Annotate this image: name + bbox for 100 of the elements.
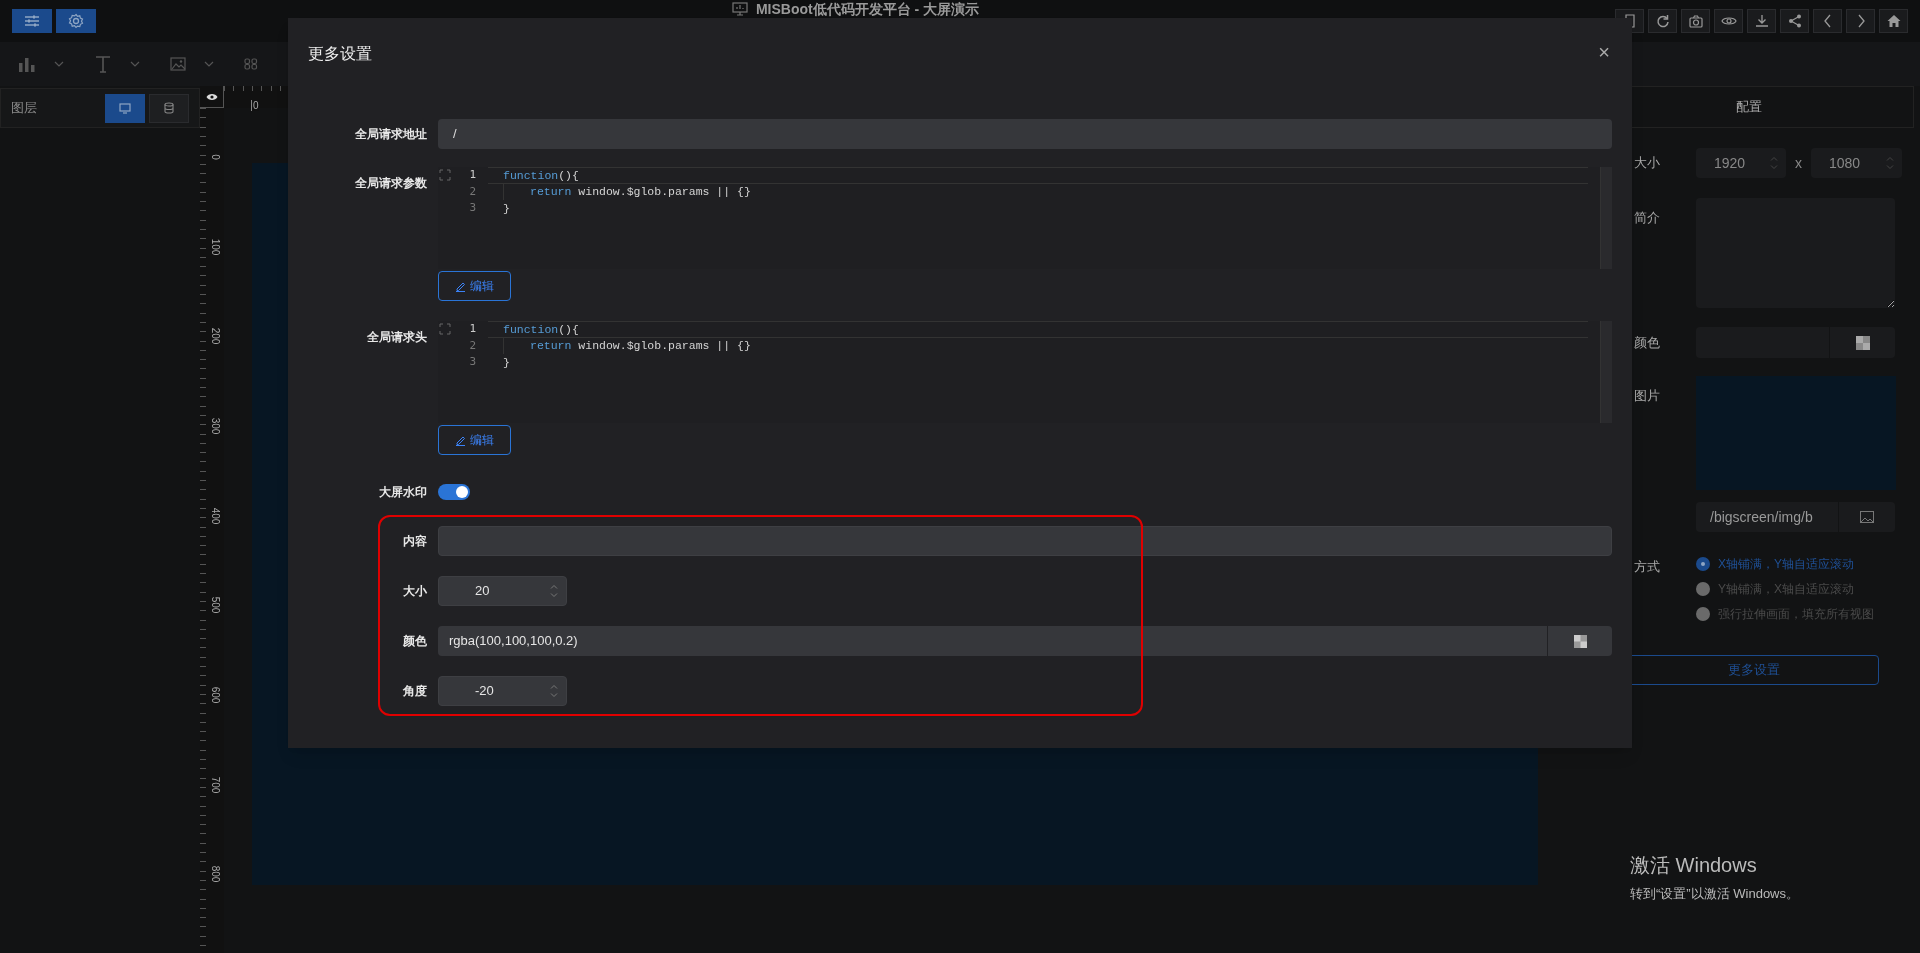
number-field[interactable]: 1080: [1811, 148, 1902, 178]
home-button[interactable]: [1879, 9, 1908, 33]
expand-icon[interactable]: [439, 169, 451, 181]
eye-icon[interactable]: [205, 92, 218, 101]
settings-button[interactable]: [12, 9, 52, 33]
color-picker-button[interactable]: [1829, 327, 1895, 358]
line-number: 3: [468, 354, 476, 370]
ruler-label: 700: [209, 776, 222, 794]
download-button[interactable]: [1747, 9, 1776, 33]
image-picker-button[interactable]: [1838, 502, 1895, 532]
ruler-label: 200: [209, 328, 222, 345]
ruler-label: 600: [209, 686, 222, 704]
ruler-label: 500: [209, 597, 222, 614]
color-field[interactable]: rgba(100,100,100,0.2): [438, 626, 1547, 656]
camera-icon: [1687, 13, 1704, 29]
caret-icon[interactable]: [204, 61, 214, 67]
color-picker-button[interactable]: [1547, 626, 1612, 656]
field-label: 颜色: [1634, 333, 1660, 352]
number-field[interactable]: 1920: [1696, 148, 1786, 178]
ruler-label: 0: [251, 100, 259, 111]
chevron-left-button[interactable]: [1813, 9, 1842, 33]
separator-text: x: [1795, 153, 1802, 173]
close-button[interactable]: ×: [1598, 42, 1610, 62]
field-label: 简介: [1634, 209, 1660, 227]
chevron-right-button[interactable]: [1846, 9, 1875, 33]
app-title: MISBoot低代码开发平台 - 大屏演示: [755, 1, 980, 17]
field-label: 方式: [1634, 558, 1660, 576]
field-label: 全局请求参数: [355, 175, 427, 192]
dialog-title: 更多设置: [308, 44, 372, 64]
field-label: 颜色: [403, 633, 427, 650]
image-icon: [1860, 511, 1874, 523]
home-icon: [1885, 13, 1902, 29]
view-tab[interactable]: [105, 93, 145, 123]
code-text: function(){: [503, 321, 579, 338]
line-number: 3: [468, 200, 476, 216]
image-icon[interactable]: [170, 57, 186, 71]
code-text: return window.$glob.params || {}: [503, 337, 751, 355]
refresh-icon: [1654, 13, 1671, 29]
field-label: 内容: [403, 533, 427, 550]
radio-button[interactable]: [1696, 607, 1710, 621]
code-editor[interactable]: 1 function(){ 2 return window.$glob.params || {} 3 }: [438, 167, 1612, 269]
activation-title: 激活 Windows: [1630, 852, 1758, 878]
share-button[interactable]: [1780, 9, 1809, 33]
caret-icon[interactable]: [54, 61, 64, 67]
image-path-field[interactable]: /bigscreen/img/b: [1696, 502, 1838, 532]
panel-title: 图层: [11, 99, 37, 118]
refresh-button[interactable]: [1648, 9, 1677, 33]
url-field[interactable]: /: [438, 119, 1612, 149]
field-label: 全局请求地址: [355, 126, 427, 143]
edit-button[interactable]: 编辑: [438, 425, 511, 455]
text-field[interactable]: [438, 526, 1612, 556]
checker-icon: [1573, 634, 1587, 648]
code-text: }: [503, 354, 510, 371]
text-icon[interactable]: [94, 55, 112, 73]
line-number: 2: [468, 337, 476, 354]
code-text: function(){: [503, 167, 579, 184]
ruler-label: 300: [209, 417, 222, 435]
pencil-icon: [455, 280, 466, 292]
caret-icon[interactable]: [130, 61, 140, 67]
code-editor[interactable]: 1 function(){ 2 return window.$glob.params || {} 3 }: [438, 321, 1612, 423]
monitor-icon: [731, 2, 748, 16]
expand-icon[interactable]: [439, 323, 451, 335]
settings-icon: [68, 13, 84, 29]
radio-button[interactable]: [1696, 582, 1710, 596]
ruler-label: 0: [209, 154, 222, 160]
field-label: 大小: [403, 583, 427, 600]
line-number: 2: [468, 183, 476, 200]
camera-button[interactable]: [1681, 9, 1710, 33]
spinner-icon: [550, 684, 558, 698]
checker-icon: [1855, 335, 1870, 350]
number-field[interactable]: 20: [438, 576, 567, 606]
field-label: 图片: [1634, 387, 1660, 405]
toggle-switch[interactable]: [438, 484, 470, 500]
pencil-icon: [455, 434, 466, 446]
number-field[interactable]: -20: [438, 676, 567, 706]
eye-button[interactable]: [1714, 9, 1743, 33]
spinner-icon: [550, 584, 558, 598]
radio-button[interactable]: [1696, 557, 1710, 571]
line-number: 1: [468, 321, 476, 337]
code-text: }: [503, 200, 510, 217]
view-tab[interactable]: [149, 93, 189, 123]
ruler-label: 800: [209, 866, 222, 883]
sliders-icon: [24, 14, 40, 28]
bar-chart-icon[interactable]: [18, 56, 36, 72]
code-text: return window.$glob.params || {}: [503, 183, 751, 201]
activation-text: 转到“设置”以激活 Windows。: [1630, 884, 1800, 903]
download-icon: [1753, 13, 1770, 29]
field-label: 大小: [1634, 154, 1660, 173]
share-icon: [1786, 13, 1803, 29]
database-icon: [164, 102, 174, 114]
digits-icon[interactable]: [244, 58, 258, 70]
field-label: 角度: [403, 683, 427, 700]
settings-button[interactable]: [56, 9, 96, 33]
ruler-label: 400: [209, 507, 222, 525]
field-label: 全局请求头: [367, 329, 427, 346]
monitor-icon: [119, 102, 131, 114]
line-number: 1: [468, 167, 476, 183]
field-label: 大屏水印: [379, 484, 427, 501]
edit-button[interactable]: 编辑: [438, 271, 511, 301]
ruler-label: 100: [209, 238, 222, 255]
